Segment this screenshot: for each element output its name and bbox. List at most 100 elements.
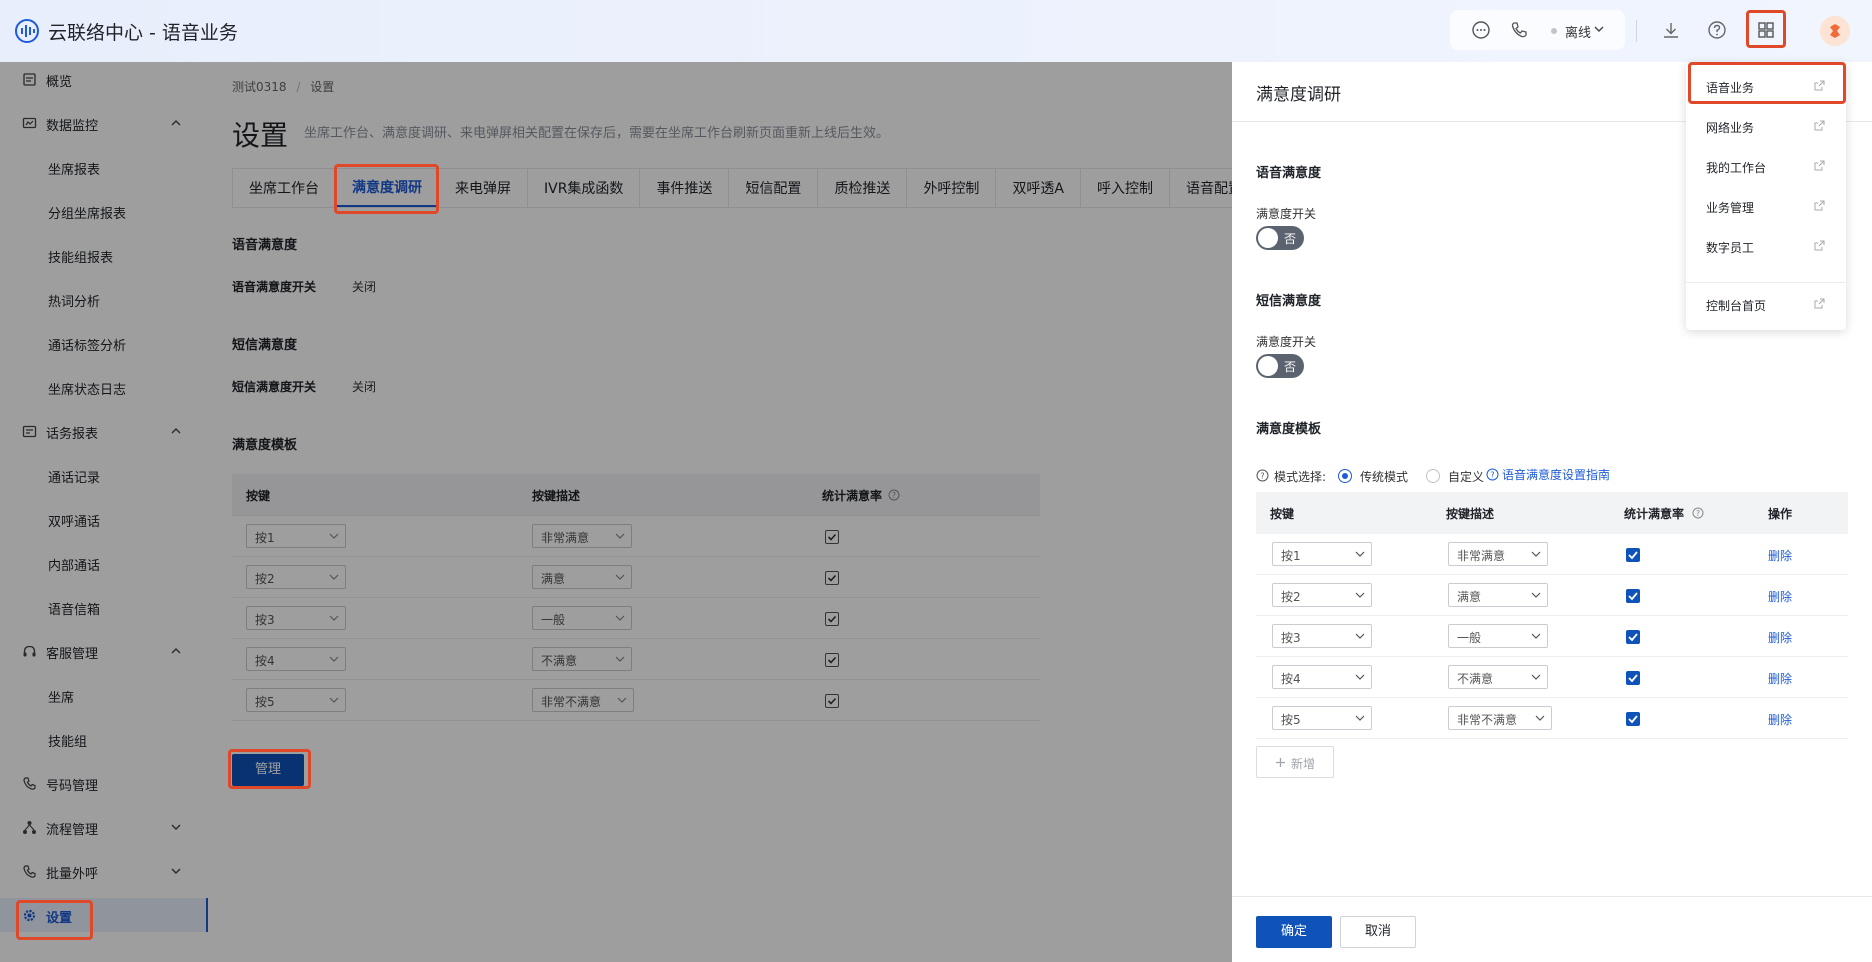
plus-icon [1276, 758, 1285, 767]
desc-select[interactable]: 一般 [1448, 624, 1548, 648]
menu-item-my-workbench[interactable]: 我的工作台 [1686, 148, 1846, 184]
sms-switch-label: 满意度开关 [1256, 335, 1317, 349]
toggle-knob [1258, 228, 1278, 248]
traditional-mode-label[interactable]: 传统模式 [1360, 468, 1408, 485]
toggle-text: 否 [1284, 360, 1297, 374]
key-select[interactable]: 按1 [1272, 542, 1372, 566]
external-link-icon [1814, 240, 1825, 251]
chevron-down-icon [1355, 633, 1365, 639]
delete-link[interactable]: 删除 [1768, 670, 1792, 687]
add-row-label: 新增 [1291, 757, 1316, 771]
highlight-voice-business [1688, 62, 1846, 104]
menu-item-label: 业务管理 [1706, 201, 1755, 215]
delete-link[interactable]: 删除 [1768, 629, 1792, 646]
add-row-button[interactable]: 新增 [1256, 746, 1334, 778]
menu-item-console-home[interactable]: 控制台首页 [1686, 286, 1846, 322]
svg-text:?: ? [1490, 471, 1494, 480]
chevron-down-icon [1355, 592, 1365, 598]
table-row: 按3 一般 删除 [1256, 616, 1848, 657]
voice-satisfaction-title: 语音满意度 [1256, 166, 1322, 181]
chevron-down-icon [1355, 551, 1365, 557]
download-icon[interactable] [1660, 19, 1682, 41]
template-title: 满意度模板 [1256, 422, 1322, 437]
rate-checkbox[interactable] [1626, 712, 1640, 726]
confirm-button[interactable]: 确定 [1256, 916, 1332, 948]
guide-link[interactable]: 语音满意度设置指南 [1502, 466, 1610, 483]
desc-select[interactable]: 不满意 [1448, 665, 1548, 689]
key-value: 按3 [1281, 631, 1301, 645]
help-icon: ? [1256, 469, 1269, 482]
cancel-button[interactable]: 取消 [1340, 916, 1416, 948]
highlight-settings-nav [16, 900, 93, 940]
rate-checkbox[interactable] [1626, 548, 1640, 562]
desc-value: 满意 [1457, 590, 1482, 604]
drawer-template-table: 按键 按键描述 统计满意率 ? 操作 按1 非常满意 删除 按2 满意 删除 按… [1256, 492, 1848, 739]
rate-checkbox[interactable] [1626, 671, 1640, 685]
col-key: 按键 [1270, 507, 1295, 521]
toggle-knob [1258, 356, 1278, 376]
help-icon[interactable] [1706, 19, 1728, 41]
external-link-icon [1814, 120, 1825, 131]
external-link-icon [1814, 200, 1825, 211]
chevron-down-icon [1531, 633, 1541, 639]
col-action: 操作 [1768, 507, 1793, 521]
delete-link[interactable]: 删除 [1768, 547, 1792, 564]
external-link-icon [1814, 160, 1825, 171]
sms-satisfaction-title: 短信满意度 [1256, 294, 1322, 309]
chevron-down-icon [1531, 674, 1541, 680]
menu-item-business-mgmt[interactable]: 业务管理 [1686, 188, 1846, 224]
desc-value: 非常不满意 [1457, 713, 1518, 727]
divider [1686, 282, 1846, 283]
chevron-down-icon [1535, 715, 1545, 721]
table-row: 按5 非常不满意 删除 [1256, 698, 1848, 739]
divider [1232, 896, 1872, 897]
key-select[interactable]: 按5 [1272, 706, 1372, 730]
modal-overlay[interactable] [0, 62, 1232, 962]
menu-item-label: 网络业务 [1706, 121, 1755, 135]
desc-select[interactable]: 满意 [1448, 583, 1548, 607]
avatar[interactable] [1820, 16, 1850, 46]
header-divider [1636, 20, 1637, 42]
custom-mode-radio[interactable] [1426, 469, 1440, 483]
svg-text:?: ? [1260, 472, 1264, 481]
logo-icon [15, 19, 39, 43]
sms-satisfaction-toggle[interactable]: 否 [1256, 354, 1304, 378]
agent-status[interactable]: 离线 [1565, 22, 1591, 41]
desc-select[interactable]: 非常满意 [1448, 542, 1548, 566]
toggle-text: 否 [1284, 232, 1297, 246]
menu-item-digital-employee[interactable]: 数字员工 [1686, 228, 1846, 264]
highlight-apps-grid [1746, 10, 1786, 48]
table-row: 按4 不满意 删除 [1256, 657, 1848, 698]
key-select[interactable]: 按3 [1272, 624, 1372, 648]
menu-item-label: 数字员工 [1706, 241, 1755, 255]
chevron-down-icon[interactable] [1593, 23, 1605, 35]
rate-checkbox[interactable] [1626, 589, 1640, 603]
highlight-manage-button [228, 749, 311, 789]
chevron-down-icon [1355, 715, 1365, 721]
chat-icon[interactable] [1470, 19, 1492, 41]
key-select[interactable]: 按2 [1272, 583, 1372, 607]
app-title: 云联络中心 - 语音业务 [48, 22, 238, 44]
menu-item-network-business[interactable]: 网络业务 [1686, 108, 1846, 144]
menu-item-label: 我的工作台 [1706, 161, 1767, 175]
desc-value: 不满意 [1457, 672, 1494, 686]
desc-select[interactable]: 非常不满意 [1448, 706, 1552, 730]
table-row: 按2 满意 删除 [1256, 575, 1848, 616]
rate-checkbox[interactable] [1626, 630, 1640, 644]
phone-icon[interactable] [1508, 19, 1530, 41]
chevron-down-icon [1531, 551, 1541, 557]
desc-value: 非常满意 [1457, 549, 1506, 563]
delete-link[interactable]: 删除 [1768, 588, 1792, 605]
traditional-mode-radio[interactable] [1338, 469, 1352, 483]
desc-value: 一般 [1457, 631, 1482, 645]
custom-mode-label[interactable]: 自定义 [1448, 468, 1484, 485]
guide-help-icon: ? [1486, 468, 1499, 481]
highlight-satisfaction-tab [334, 164, 439, 214]
key-select[interactable]: 按4 [1272, 665, 1372, 689]
voice-switch-label: 满意度开关 [1256, 207, 1317, 221]
status-dot [1551, 28, 1557, 34]
delete-link[interactable]: 删除 [1768, 711, 1792, 728]
top-header: 云联络中心 - 语音业务 离线 [0, 0, 1872, 62]
voice-satisfaction-toggle[interactable]: 否 [1256, 226, 1304, 250]
table-header: 按键 按键描述 统计满意率 ? 操作 [1256, 492, 1848, 534]
